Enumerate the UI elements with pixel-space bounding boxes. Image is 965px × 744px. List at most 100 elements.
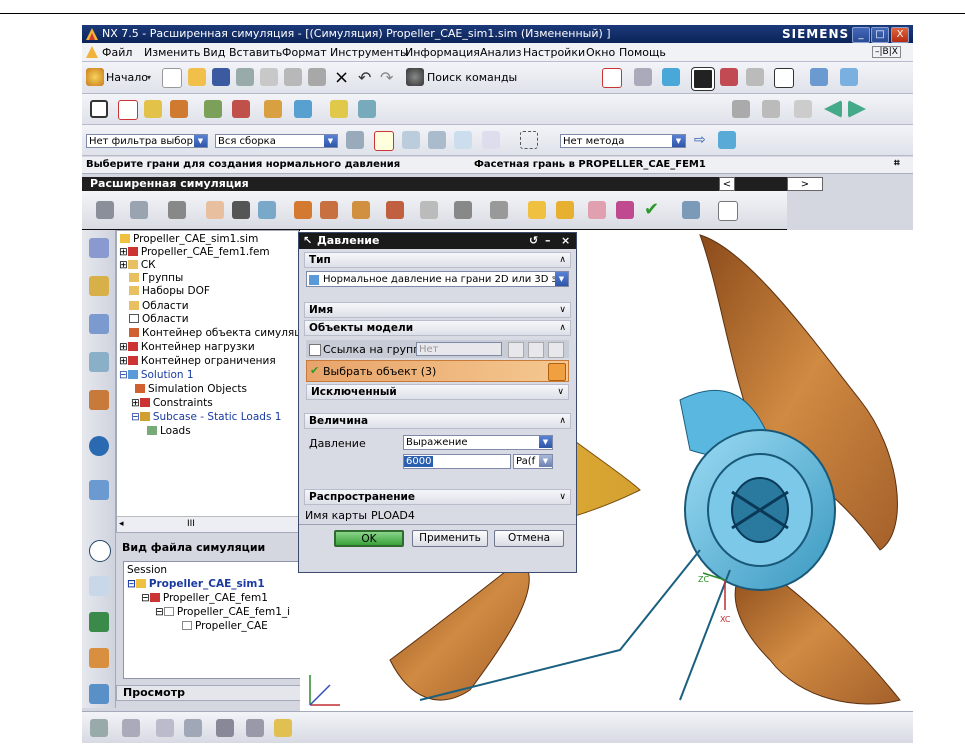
tree-node-csys[interactable]: ⊞ СК: [119, 259, 156, 271]
minimize-button[interactable]: _: [852, 27, 870, 43]
element-icon[interactable]: [156, 719, 174, 737]
scroll-left-icon[interactable]: ◂: [119, 519, 124, 529]
part-nav-icon[interactable]: [89, 314, 109, 334]
fit-view-icon[interactable]: [602, 68, 622, 88]
close-button[interactable]: X: [891, 27, 909, 43]
sim-navigator-icon[interactable]: [89, 238, 109, 258]
select-object-row[interactable]: ✔ Выбрать объект (3): [306, 360, 569, 382]
cut-icon[interactable]: [260, 68, 278, 86]
select-object-button-icon[interactable]: [548, 363, 566, 381]
paste-icon[interactable]: [308, 68, 326, 86]
cancel-button[interactable]: Отмена: [494, 530, 564, 547]
group-ref-select[interactable]: Нет: [416, 342, 502, 356]
tree-node-regions[interactable]: Области: [129, 313, 189, 325]
chevron-down-icon[interactable]: ∨: [559, 490, 566, 504]
polygon-icon[interactable]: [274, 719, 292, 737]
render-icon[interactable]: [732, 100, 750, 118]
orient-view-icon[interactable]: [662, 68, 680, 86]
group-edit-icon[interactable]: [548, 342, 564, 358]
group-pick-icon[interactable]: [528, 342, 544, 358]
open-folder-icon[interactable]: [188, 68, 206, 86]
checks-icon[interactable]: [216, 719, 234, 737]
copy-icon[interactable]: [284, 68, 302, 86]
tree-node-master-part[interactable]: Propeller_CAE: [182, 620, 268, 632]
show-hide-icon[interactable]: [810, 68, 828, 86]
function-icon[interactable]: [386, 201, 404, 219]
mdi-controls[interactable]: –|B|X: [872, 46, 901, 58]
method-select[interactable]: Нет метода ▼: [560, 134, 686, 148]
assembly-nav-icon[interactable]: [840, 68, 858, 86]
tree-node-sim-root[interactable]: ⊟ Propeller_CAE_sim1: [127, 578, 265, 590]
chevron-up-icon[interactable]: ∧: [559, 253, 566, 267]
scope-select[interactable]: Вся сборка ▼: [215, 134, 338, 148]
clock-icon[interactable]: [89, 540, 111, 562]
group-dropdown-icon[interactable]: [508, 342, 524, 358]
reset-icon[interactable]: ↺: [529, 233, 538, 249]
sketch-icon[interactable]: [358, 100, 376, 118]
select-rectangle-icon[interactable]: [90, 100, 108, 118]
render-style-icon[interactable]: [634, 68, 652, 86]
symbol-icon[interactable]: [420, 201, 438, 219]
type-group-header[interactable]: Тип ∧: [304, 252, 571, 268]
apply-button[interactable]: Применить: [412, 530, 488, 547]
wcs-icon[interactable]: [232, 100, 250, 118]
menu-window[interactable]: Окно: [586, 46, 615, 59]
process-studio-icon[interactable]: [89, 576, 109, 596]
move-icon[interactable]: [294, 100, 312, 118]
roles-icon[interactable]: [89, 648, 109, 668]
menu-help[interactable]: Помощь: [619, 46, 666, 59]
field-icon[interactable]: [352, 201, 370, 219]
type-select[interactable]: Нормальное давление на грани 2D или 3D э…: [306, 271, 569, 287]
tree-node-constraints[interactable]: ⊞ Constraints: [131, 397, 213, 409]
connection-icon[interactable]: [246, 719, 264, 737]
menu-analysis[interactable]: Анализ: [480, 46, 522, 59]
animate-icon[interactable]: [588, 201, 606, 219]
snap-icon[interactable]: [264, 100, 282, 118]
tree-node-fem-child[interactable]: ⊟ Propeller_CAE_fem1: [141, 592, 268, 604]
chevron-down-icon[interactable]: ∨: [557, 385, 564, 399]
history-icon[interactable]: [89, 480, 109, 500]
filter-icon[interactable]: [118, 100, 138, 120]
mesh-control-icon[interactable]: [122, 719, 140, 737]
mesh-mating-icon[interactable]: [206, 201, 224, 219]
chevron-up-icon[interactable]: ∧: [559, 321, 566, 335]
mesh-icon[interactable]: [90, 719, 108, 737]
shaded-icon[interactable]: [692, 68, 714, 90]
tree-node-idealized[interactable]: ⊟ Propeller_CAE_fem1_i: [155, 606, 290, 618]
modeling-objects-icon[interactable]: [130, 201, 148, 219]
menu-insert[interactable]: Вставить: [229, 46, 282, 59]
tree-node-groups[interactable]: Группы: [129, 272, 183, 284]
tree-node-regions-folder[interactable]: Области: [129, 300, 189, 312]
report-icon[interactable]: [682, 201, 700, 219]
constraint-type-icon[interactable]: [320, 201, 338, 219]
objects-group-header[interactable]: Объекты модели ∧: [304, 320, 571, 336]
dialog-close-icon[interactable]: ×: [561, 233, 570, 249]
start-dropdown-icon[interactable]: ▾: [147, 73, 151, 82]
web-browser-icon[interactable]: [89, 436, 109, 456]
forward-arrow-icon[interactable]: [848, 100, 866, 118]
group-ref-checkbox[interactable]: [309, 344, 321, 356]
delete-icon[interactable]: ×: [334, 67, 349, 88]
start-icon[interactable]: [86, 68, 104, 86]
tree-node-constraint-container[interactable]: ⊞ Контейнер ограничения: [119, 355, 276, 367]
menu-edit[interactable]: Изменить: [144, 46, 200, 59]
load-type-icon[interactable]: [294, 201, 312, 219]
box-select-icon[interactable]: [520, 131, 538, 149]
attach-icon[interactable]: [144, 100, 162, 118]
grid-icon[interactable]: [794, 100, 812, 118]
user-icon[interactable]: [762, 100, 780, 118]
type-filter-select[interactable]: Нет фильтра выбор ▼: [86, 134, 208, 148]
save-icon[interactable]: [212, 68, 230, 86]
section-view-icon[interactable]: [720, 68, 738, 86]
session-node[interactable]: Session: [127, 564, 167, 576]
undo-icon[interactable]: ↶: [358, 68, 371, 87]
simulation-object-icon[interactable]: [258, 201, 276, 219]
pressure-mode-select[interactable]: Выражение ▼: [403, 435, 553, 450]
assembly-icon[interactable]: [89, 276, 109, 296]
ok-button[interactable]: OK: [334, 530, 404, 547]
node-icon[interactable]: [184, 719, 202, 737]
select-all-icon[interactable]: [346, 131, 364, 149]
postprocess-icon[interactable]: [556, 201, 574, 219]
magnitude-group-header[interactable]: Величина ∧: [304, 413, 571, 429]
region-icon[interactable]: [454, 201, 472, 219]
